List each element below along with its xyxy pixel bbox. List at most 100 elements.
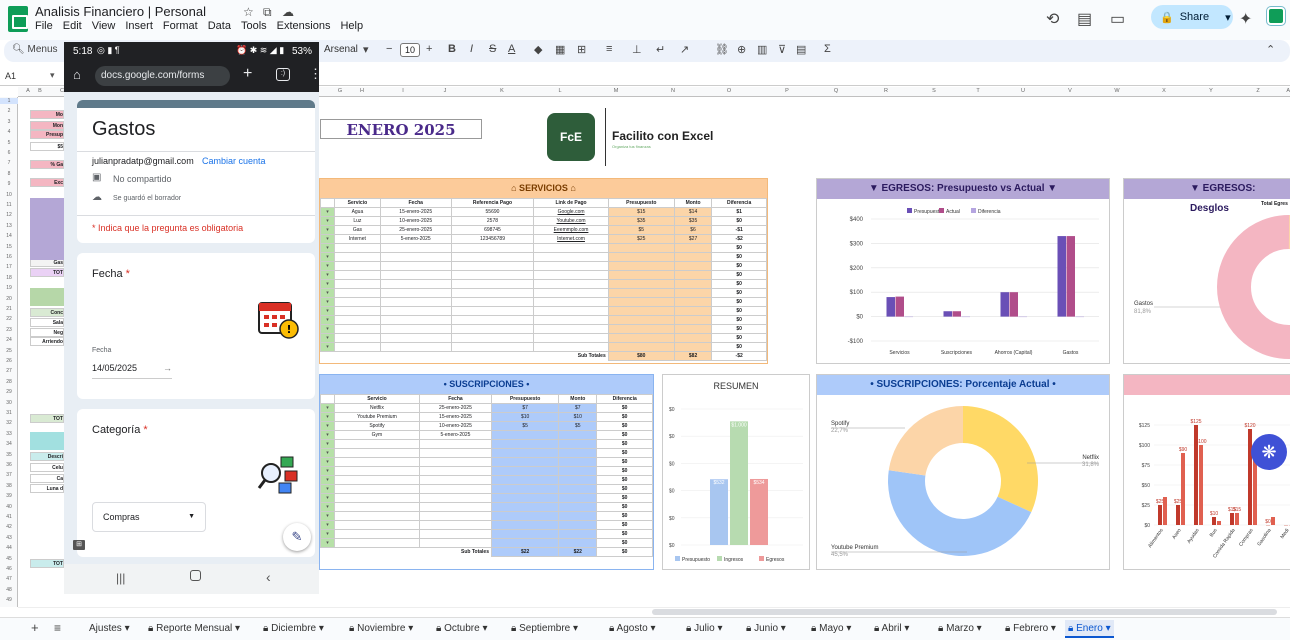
chevron-down-icon[interactable]: ▾ xyxy=(232,623,240,634)
table-cell[interactable]: 5-enero-2025 xyxy=(379,234,452,244)
table-cell[interactable] xyxy=(450,243,535,253)
date-input[interactable]: 14/05/2025 → xyxy=(92,363,172,379)
sheet-tab-diciembre[interactable]: 🔒︎ Diciembre ▾ xyxy=(260,620,327,638)
table-cell[interactable] xyxy=(490,511,560,521)
table-cell[interactable] xyxy=(334,529,420,539)
table-cell[interactable]: $27 xyxy=(673,234,713,244)
table-cell[interactable] xyxy=(558,475,598,485)
table-cell[interactable] xyxy=(533,261,609,271)
table-cell[interactable]: Gym xyxy=(334,430,420,440)
table-cell[interactable]: $1 xyxy=(711,207,767,217)
move-folder-icon[interactable]: ⧉ xyxy=(263,5,272,20)
table-cell[interactable] xyxy=(607,288,675,298)
table-cell[interactable] xyxy=(418,484,492,494)
column-header[interactable]: I xyxy=(393,88,413,94)
sheets-logo-icon[interactable] xyxy=(8,6,28,32)
table-cell[interactable]: $0 xyxy=(711,279,767,289)
strikethrough-icon[interactable]: S xyxy=(489,43,496,55)
table-cell[interactable]: Netflix xyxy=(334,403,420,413)
chevron-down-icon[interactable]: ▾ xyxy=(648,623,655,634)
chevron-down-icon[interactable]: ▾ xyxy=(50,70,55,81)
table-cell[interactable] xyxy=(379,342,452,352)
table-cell[interactable]: Youtube Premium xyxy=(334,412,420,422)
column-header[interactable]: Q xyxy=(826,88,846,94)
table-cell[interactable] xyxy=(334,502,420,512)
row-header[interactable]: 3 xyxy=(0,119,18,125)
table-cell[interactable]: $0 xyxy=(596,412,653,422)
table-cell[interactable]: 2578 xyxy=(450,216,535,226)
table-cell[interactable]: Google.com xyxy=(533,207,609,217)
assistant-fab-icon[interactable]: ❋ xyxy=(1251,434,1287,470)
table-cell[interactable] xyxy=(490,466,560,476)
row-dropdown[interactable]: ▾ xyxy=(320,270,335,280)
sheet-tab-agosto[interactable]: 🔒︎ Agosto ▾ xyxy=(606,620,659,638)
sheet-tab-junio[interactable]: 🔒︎ Junio ▾ xyxy=(743,620,789,638)
table-cell[interactable]: $0 xyxy=(596,511,653,521)
row-dropdown[interactable]: ▾ xyxy=(320,403,335,413)
row-dropdown[interactable]: ▾ xyxy=(320,466,335,476)
table-cell[interactable] xyxy=(673,252,713,262)
table-cell[interactable] xyxy=(334,297,381,307)
chevron-down-icon[interactable]: ▾ xyxy=(405,623,413,634)
table-cell[interactable]: $15 xyxy=(607,207,675,217)
row-dropdown[interactable]: ▾ xyxy=(320,315,335,325)
sheet-tab-septiembre[interactable]: 🔒︎ Septiembre ▾ xyxy=(508,620,581,638)
table-cell[interactable] xyxy=(490,439,560,449)
table-cell[interactable]: $5 xyxy=(558,421,598,431)
row-dropdown[interactable]: ▾ xyxy=(320,484,335,494)
chevron-down-icon[interactable]: ▾ xyxy=(1048,623,1056,634)
table-cell[interactable]: 123456789 xyxy=(450,234,535,244)
chevron-down-icon[interactable]: ▾ xyxy=(480,623,487,634)
table-cell[interactable] xyxy=(673,279,713,289)
table-cell[interactable] xyxy=(673,288,713,298)
chevron-down-icon[interactable]: ▾ xyxy=(778,623,786,634)
tabs-icon[interactable]: :) xyxy=(276,68,290,81)
table-cell[interactable] xyxy=(334,493,420,503)
table-cell[interactable] xyxy=(334,279,381,289)
document-title[interactable]: Analisis Financiero | Personal xyxy=(35,4,206,19)
table-cell[interactable]: Agua xyxy=(334,207,381,217)
row-header[interactable]: 26 xyxy=(0,358,18,364)
table-cell[interactable] xyxy=(334,538,420,548)
valign-icon[interactable]: ⊥ xyxy=(632,43,642,56)
table-cell[interactable] xyxy=(558,538,598,548)
table-cell[interactable] xyxy=(450,333,535,343)
table-cell[interactable]: $0 xyxy=(596,484,653,494)
table-cell[interactable] xyxy=(607,333,675,343)
table-cell[interactable] xyxy=(450,306,535,316)
table-cell[interactable] xyxy=(558,439,598,449)
recents-icon[interactable]: ||| xyxy=(116,571,125,585)
row-header[interactable]: 43 xyxy=(0,535,18,541)
table-cell[interactable]: $0 xyxy=(711,252,767,262)
borders-icon[interactable]: ▦ xyxy=(555,43,565,56)
chart-icon[interactable]: ▥ xyxy=(757,43,767,56)
row-dropdown[interactable]: ▾ xyxy=(320,252,335,262)
menus-search[interactable]: 🔍︎ Menus xyxy=(12,44,58,55)
row-header[interactable]: 18 xyxy=(0,275,18,281)
sheet-menu-icon[interactable]: ⊞ xyxy=(73,540,85,550)
table-cell[interactable] xyxy=(334,333,381,343)
table-cell[interactable] xyxy=(334,484,420,494)
table-cell[interactable] xyxy=(490,448,560,458)
table-cell[interactable] xyxy=(558,511,598,521)
table-cell[interactable] xyxy=(418,529,492,539)
table-cell[interactable]: -$1 xyxy=(711,225,767,235)
table-cell[interactable] xyxy=(334,315,381,325)
table-cell[interactable] xyxy=(490,529,560,539)
table-cell[interactable] xyxy=(334,288,381,298)
table-cell[interactable]: $0 xyxy=(596,439,653,449)
menu-edit[interactable]: Edit xyxy=(63,20,82,32)
table-cell[interactable] xyxy=(558,457,598,467)
sheet-tab-mayo[interactable]: 🔒︎ Mayo ▾ xyxy=(808,620,854,638)
table-cell[interactable] xyxy=(558,448,598,458)
row-header[interactable]: 37 xyxy=(0,472,18,478)
edit-pencil-icon[interactable]: ✎ xyxy=(283,523,311,551)
table-cell[interactable] xyxy=(379,306,452,316)
table-cell[interactable] xyxy=(379,333,452,343)
table-cell[interactable] xyxy=(450,288,535,298)
row-dropdown[interactable]: ▾ xyxy=(320,439,335,449)
table-cell[interactable] xyxy=(334,457,420,467)
table-cell[interactable] xyxy=(533,243,609,253)
sheet-tab-reporte-mensual[interactable]: 🔒︎ Reporte Mensual ▾ xyxy=(145,620,243,638)
sheet-tab-marzo[interactable]: 🔒︎ Marzo ▾ xyxy=(935,620,985,638)
